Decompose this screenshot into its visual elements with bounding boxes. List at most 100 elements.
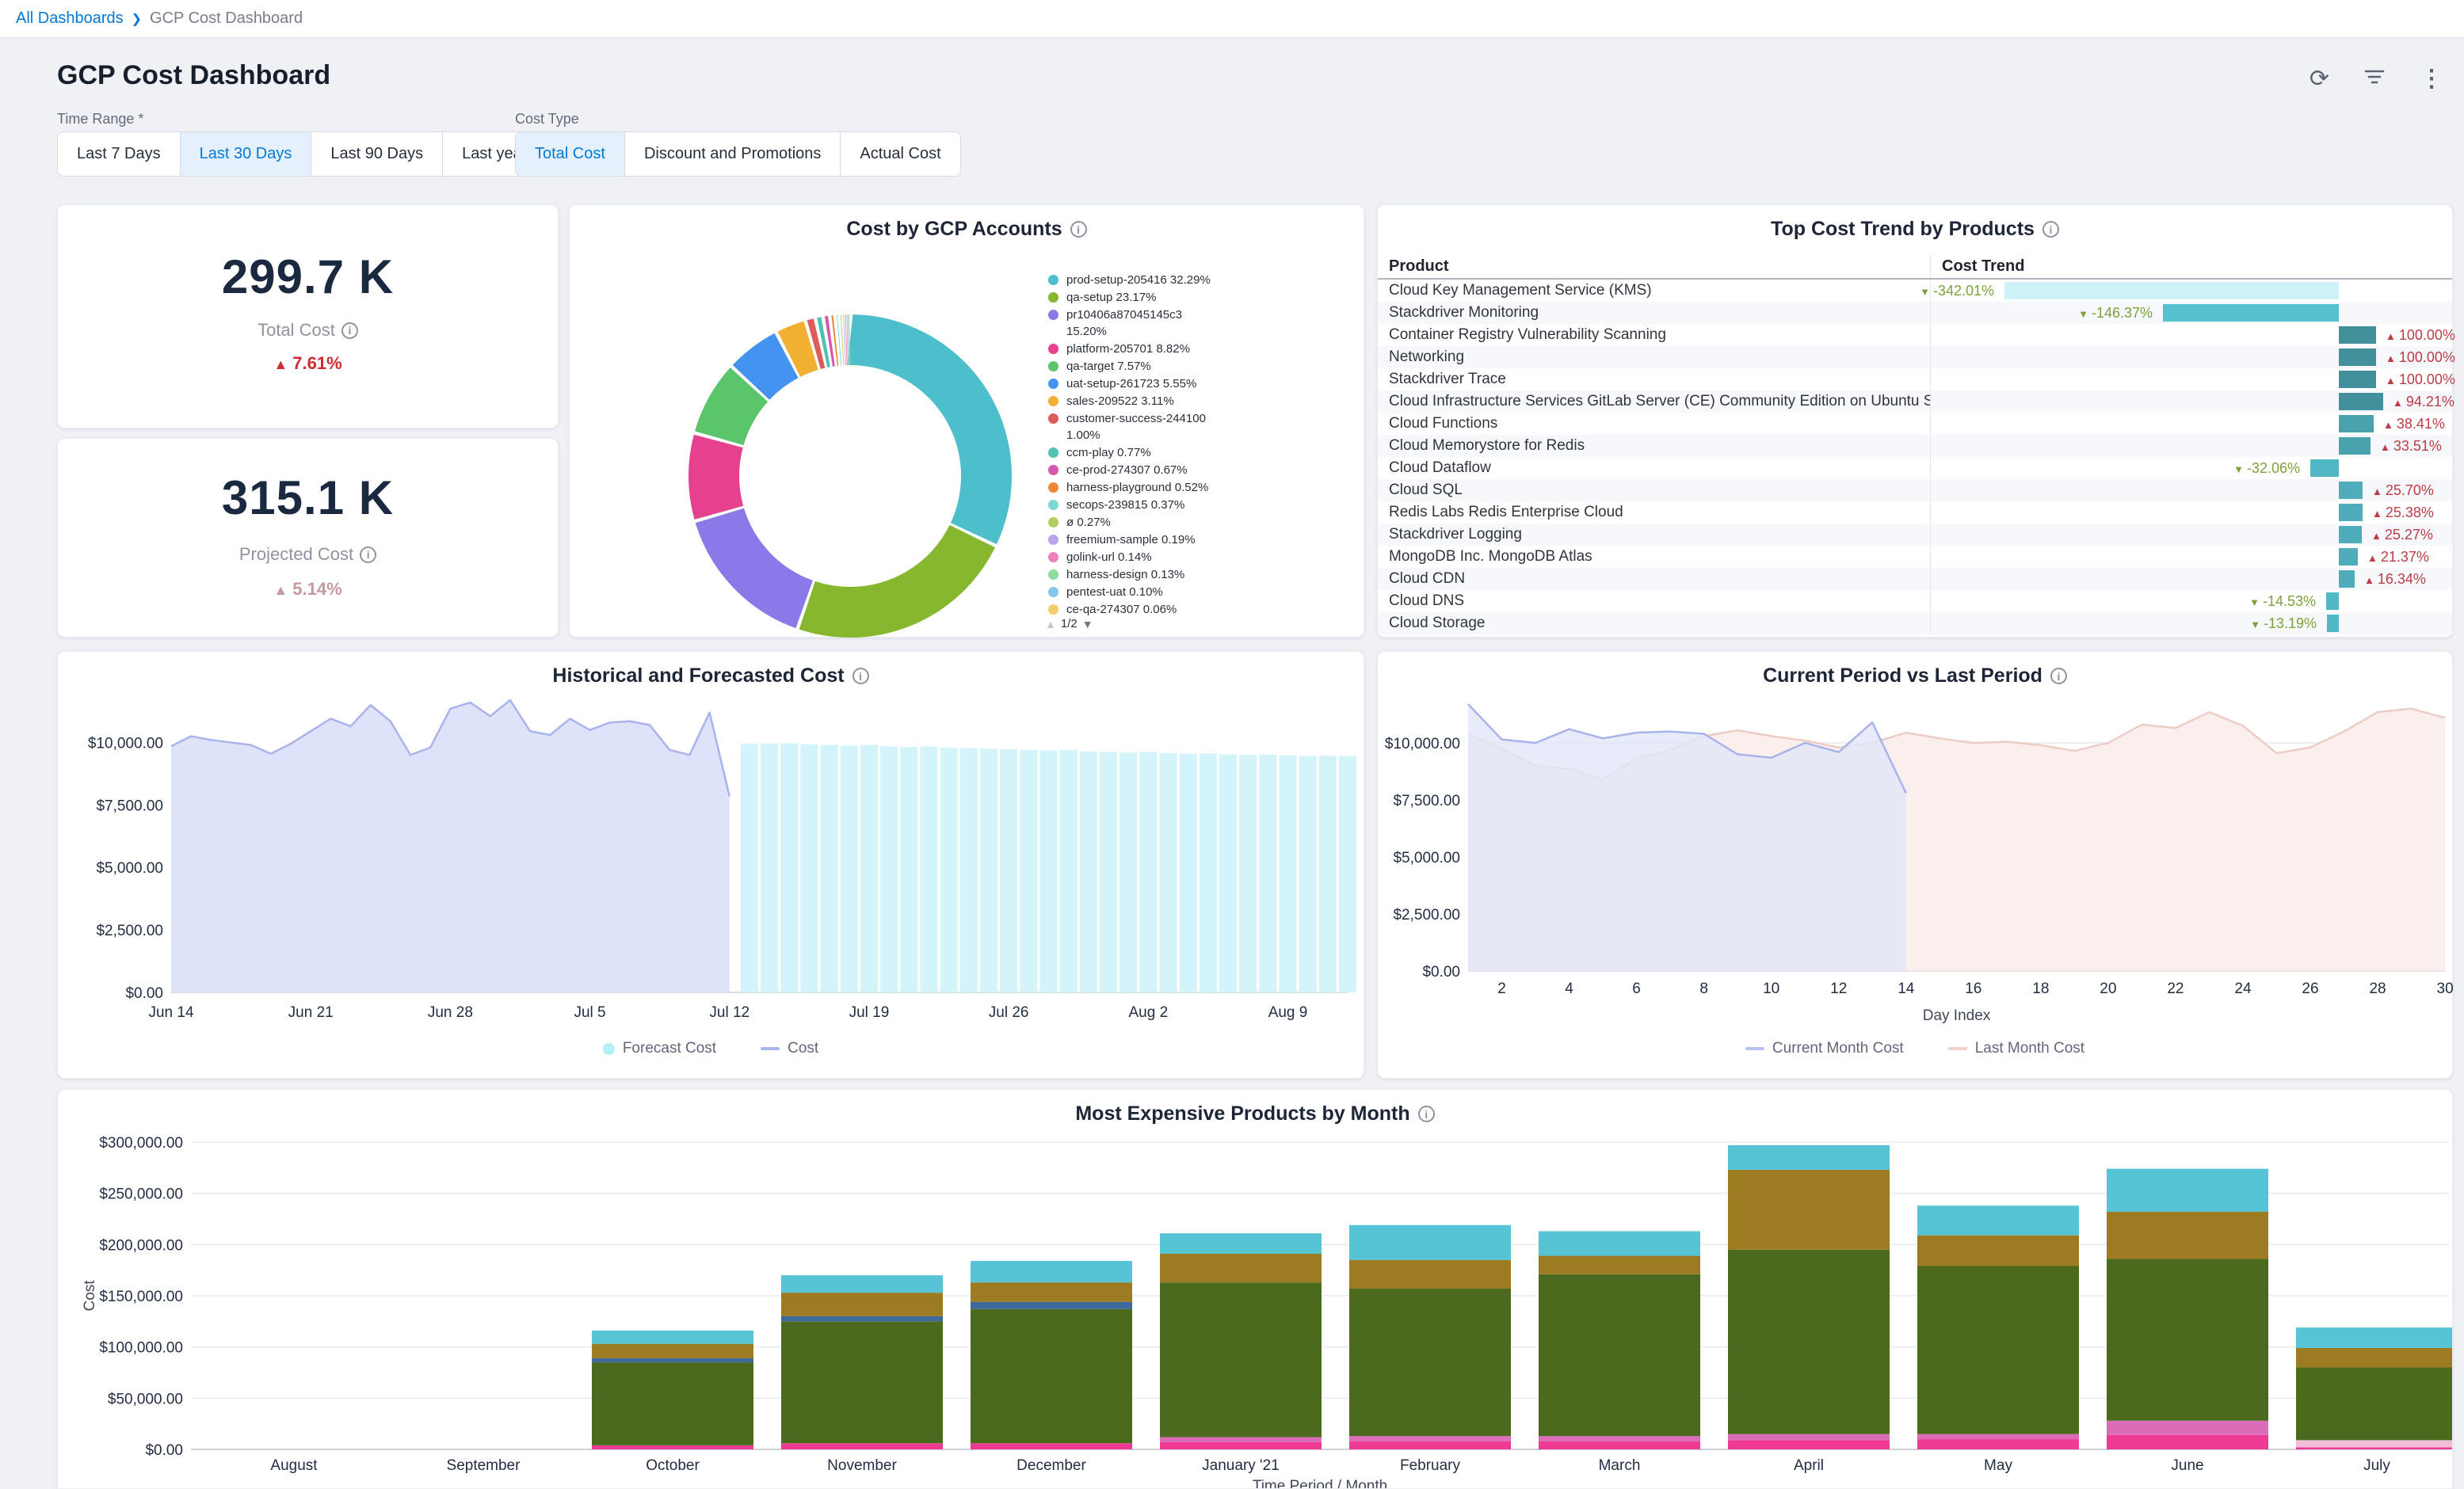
bar-segment-cyan[interactable] xyxy=(1539,1232,1700,1256)
bar-segment-brown[interactable] xyxy=(1728,1170,1890,1250)
time-range-option-last-30-days[interactable]: Last 30 Days xyxy=(181,131,312,177)
bar-segment-cyan[interactable] xyxy=(1349,1225,1511,1260)
info-icon[interactable]: i xyxy=(2043,221,2059,238)
bar-segment-brown[interactable] xyxy=(1539,1256,1700,1274)
legend-item[interactable]: golink-url 0.14% xyxy=(1048,549,1365,566)
bar-segment-olive-green[interactable] xyxy=(592,1362,753,1445)
bar-segment-olive-green[interactable] xyxy=(781,1321,943,1443)
legend-item-current-month-cost[interactable]: Current Month Cost xyxy=(1745,1040,1904,1057)
legend-item[interactable]: ø 0.27% xyxy=(1048,514,1365,531)
bar-segment-magenta[interactable] xyxy=(1539,1441,1700,1449)
bar-segment-olive-green[interactable] xyxy=(1160,1282,1322,1437)
legend-item[interactable]: freemium-sample 0.19% xyxy=(1048,531,1365,548)
bar-segment-brown[interactable] xyxy=(2107,1212,2268,1259)
bar-segment-olive-green[interactable] xyxy=(1728,1250,1890,1434)
bar-segment-brown[interactable] xyxy=(1160,1254,1322,1282)
cost-type-option-total-cost[interactable]: Total Cost xyxy=(515,131,625,177)
legend-item[interactable]: uat-setup-261723 5.55% xyxy=(1048,375,1365,392)
legend-page-down-icon[interactable]: ▼ xyxy=(1082,618,1093,630)
bar-segment-steel-blue[interactable] xyxy=(781,1316,943,1321)
legend-item[interactable]: prod-setup-205416 32.29% xyxy=(1048,272,1365,288)
bar-segment-brown[interactable] xyxy=(592,1344,753,1358)
refresh-icon[interactable]: ⟳ xyxy=(2310,67,2329,91)
info-icon[interactable]: i xyxy=(360,546,376,563)
historical-forecast-chart[interactable]: $0.00$2,500.00$5,000.00$7,500.00$10,000.… xyxy=(58,652,1365,1080)
bar-segment-magenta[interactable] xyxy=(1728,1440,1890,1449)
legend-item-forecast-cost[interactable]: Forecast Cost xyxy=(603,1040,716,1057)
info-icon[interactable]: i xyxy=(1070,221,1087,238)
gcp-accounts-donut-chart[interactable] xyxy=(668,294,1032,658)
bar-segment-olive-green[interactable] xyxy=(1539,1274,1700,1436)
bar-segment-magenta[interactable] xyxy=(592,1445,753,1449)
table-row[interactable]: Cloud Infrastructure Services GitLab Ser… xyxy=(1378,390,2452,413)
table-row[interactable]: Redis Labs Redis Enterprise Cloud▲25.38% xyxy=(1378,501,2452,524)
legend-item[interactable]: ce-prod-274307 0.67% xyxy=(1048,462,1365,478)
time-range-option-last-90-days[interactable]: Last 90 Days xyxy=(311,131,443,177)
breadcrumb-link-all-dashboards[interactable]: All Dashboards xyxy=(16,10,124,28)
kebab-menu-icon[interactable]: ⋮ xyxy=(2420,67,2443,91)
table-row[interactable]: Stackdriver Logging▲25.27% xyxy=(1378,524,2452,546)
bar-segment-magenta[interactable] xyxy=(1917,1439,2079,1449)
table-row[interactable]: Stackdriver Trace▲100.00% xyxy=(1378,368,2452,390)
bar-segment-cyan[interactable] xyxy=(2296,1327,2453,1348)
table-row[interactable]: Networking▲100.00% xyxy=(1378,346,2452,368)
bar-segment-magenta[interactable] xyxy=(971,1443,1132,1449)
legend-item[interactable]: qa-setup 23.17% xyxy=(1048,289,1365,306)
bar-segment-olive-green[interactable] xyxy=(1917,1266,2079,1434)
bar-segment-cyan[interactable] xyxy=(1160,1233,1322,1254)
table-row[interactable]: Cloud SQL▲25.70% xyxy=(1378,479,2452,501)
bar-segment-magenta[interactable] xyxy=(2107,1435,2268,1449)
legend-item-cost[interactable]: Cost xyxy=(761,1040,818,1057)
bar-segment-orchid[interactable] xyxy=(1728,1434,1890,1441)
table-row[interactable]: MongoDB Inc. MongoDB Atlas▲21.37% xyxy=(1378,546,2452,568)
cost-type-option-actual-cost[interactable]: Actual Cost xyxy=(841,131,960,177)
legend-item[interactable]: pr10406a87045145c3 15.20% xyxy=(1048,307,1365,340)
bar-segment-brown[interactable] xyxy=(971,1282,1132,1302)
bar-segment-olive-green[interactable] xyxy=(2107,1259,2268,1420)
table-row[interactable]: Stackdriver Monitoring▼-146.37% xyxy=(1378,302,2452,324)
legend-item[interactable]: pentest-uat 0.10% xyxy=(1048,584,1365,600)
legend-item[interactable]: harness-design 0.13% xyxy=(1048,566,1365,583)
legend-item[interactable]: platform-205701 8.82% xyxy=(1048,341,1365,357)
bar-segment-cyan[interactable] xyxy=(1728,1145,1890,1170)
bar-segment-olive-green[interactable] xyxy=(2296,1368,2453,1441)
table-row[interactable]: Container Registry Vulnerability Scannin… xyxy=(1378,324,2452,346)
bar-segment-brown[interactable] xyxy=(2296,1348,2453,1368)
legend-page-up-icon[interactable]: ▲ xyxy=(1045,618,1056,630)
current-vs-last-chart[interactable]: $0.00$2,500.00$5,000.00$7,500.00$10,000.… xyxy=(1378,652,2454,1080)
table-row[interactable]: Cloud CDN▲16.34% xyxy=(1378,568,2452,590)
table-row[interactable]: Cloud DNS▼-14.53% xyxy=(1378,590,2452,612)
bar-segment-light-pink[interactable] xyxy=(2296,1440,2453,1447)
bar-segment-magenta[interactable] xyxy=(781,1443,943,1449)
bar-segment-cyan[interactable] xyxy=(971,1261,1132,1282)
bar-segment-orchid[interactable] xyxy=(1917,1434,2079,1439)
legend-item[interactable]: qa-target 7.57% xyxy=(1048,358,1365,375)
bar-segment-olive-green[interactable] xyxy=(971,1309,1132,1443)
cost-type-option-discount-and-promotions[interactable]: Discount and Promotions xyxy=(625,131,841,177)
bar-segment-brown[interactable] xyxy=(1917,1236,2079,1266)
legend-item[interactable]: harness-playground 0.52% xyxy=(1048,479,1365,496)
bar-segment-cyan[interactable] xyxy=(1917,1205,2079,1236)
info-icon[interactable]: i xyxy=(341,322,358,339)
bar-segment-cyan[interactable] xyxy=(2107,1169,2268,1212)
table-row[interactable]: Cloud Functions▲38.41% xyxy=(1378,413,2452,435)
bar-segment-orchid[interactable] xyxy=(1539,1436,1700,1441)
legend-item[interactable]: sales-209522 3.11% xyxy=(1048,393,1365,409)
legend-item[interactable]: ccm-play 0.77% xyxy=(1048,444,1365,461)
bar-segment-brown[interactable] xyxy=(1349,1260,1511,1289)
bar-segment-cyan[interactable] xyxy=(592,1331,753,1344)
monthly-products-bar-chart[interactable]: AugustSeptemberOctoberNovemberDecemberJa… xyxy=(58,1090,2453,1489)
bar-segment-magenta[interactable] xyxy=(1160,1442,1322,1449)
column-header-cost-trend[interactable]: Cost Trend xyxy=(1930,254,2452,278)
table-row[interactable]: Cloud Storage▼-13.19% xyxy=(1378,612,2452,634)
filter-icon[interactable] xyxy=(2363,67,2386,91)
bar-segment-magenta[interactable] xyxy=(1349,1441,1511,1449)
bar-segment-brown[interactable] xyxy=(781,1293,943,1316)
table-row[interactable]: Cloud Memorystore for Redis▲33.51% xyxy=(1378,435,2452,457)
table-row[interactable]: Cloud Key Management Service (KMS)▼-342.… xyxy=(1378,280,2452,302)
time-range-option-last-7-days[interactable]: Last 7 Days xyxy=(57,131,181,177)
bar-segment-olive-green[interactable] xyxy=(1349,1289,1511,1436)
legend-item[interactable]: customer-success-244100 1.00% xyxy=(1048,410,1365,444)
column-header-product[interactable]: Product xyxy=(1378,254,1930,278)
bar-segment-orchid[interactable] xyxy=(1160,1437,1322,1441)
